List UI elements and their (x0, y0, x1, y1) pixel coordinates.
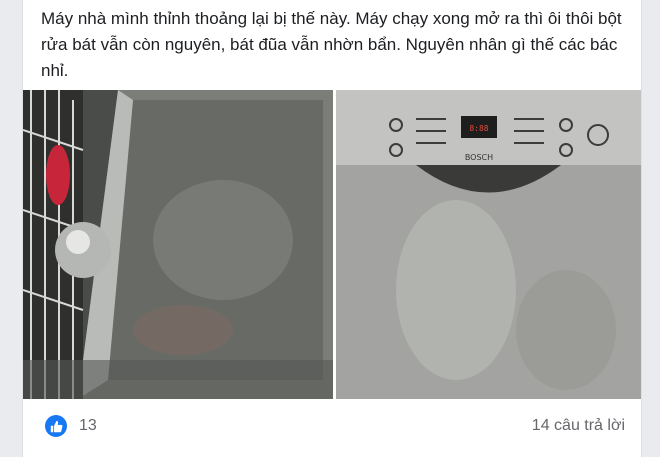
thumbs-up-icon[interactable] (45, 415, 67, 437)
dishwasher-interior-photo[interactable] (23, 90, 333, 399)
like-count[interactable]: 13 (79, 417, 97, 435)
dishwasher-front-illustration: 8:88 BOSCH (336, 90, 641, 399)
dishwasher-front-photo[interactable]: 8:88 BOSCH (336, 90, 641, 399)
brand-logo-text: BOSCH (465, 153, 493, 162)
post-text: Máy nhà mình thỉnh thoảng lại bị thế này… (41, 9, 622, 80)
svg-text:8:88: 8:88 (469, 124, 488, 133)
post-footer: 13 14 câu trả lời (23, 400, 641, 457)
dishwasher-interior-illustration (23, 90, 333, 399)
photo-grid: 8:88 BOSCH (23, 90, 641, 399)
reply-count-link[interactable]: 14 câu trả lời (532, 417, 625, 435)
post-card: Máy nhà mình thỉnh thoảng lại bị thế này… (22, 0, 642, 457)
